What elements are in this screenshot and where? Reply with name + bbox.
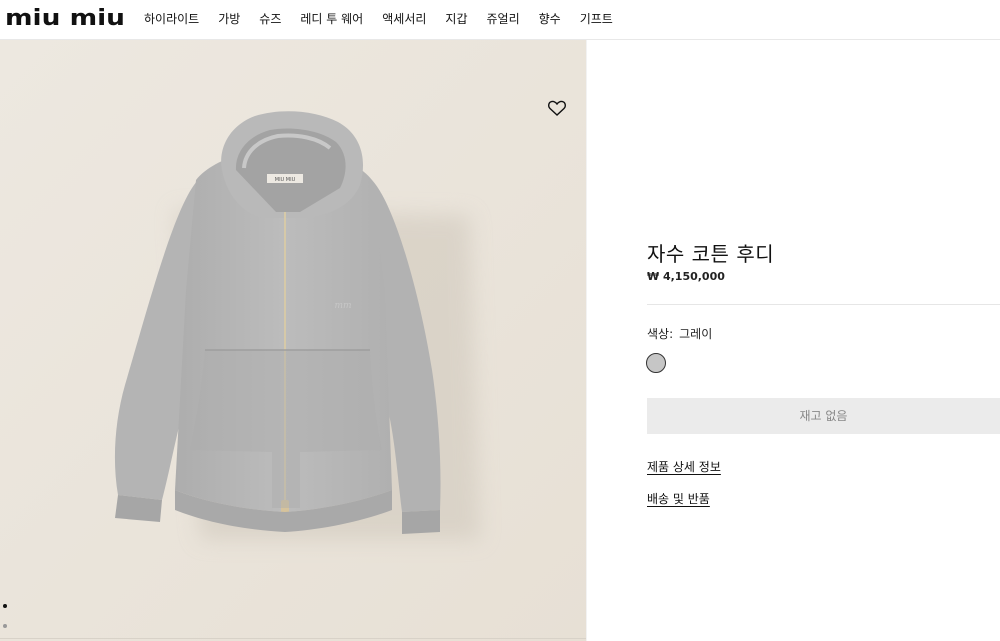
product-gallery[interactable]: MIU MIU mm <box>0 40 586 641</box>
gallery-bottom-border <box>0 638 586 639</box>
nav-item-accessories[interactable]: 액세서리 <box>382 10 426 27</box>
product-title: 자수 코튼 후디 <box>647 242 775 266</box>
product-info: 자수 코튼 후디 ₩ 4,150,000 색상: 그레이 재고 없음 제품 상세 … <box>646 0 1000 641</box>
color-swatch-grey[interactable] <box>646 353 666 373</box>
nav-item-ready-to-wear[interactable]: 레디 투 웨어 <box>300 10 363 27</box>
nav-item-jewelry[interactable]: 쥬얼리 <box>487 10 520 27</box>
gallery-dot[interactable] <box>3 624 7 628</box>
nav-item-bags[interactable]: 가방 <box>218 10 240 27</box>
garment-tag-text: MIU MIU <box>275 177 296 183</box>
nav-item-highlights[interactable]: 하이라이트 <box>144 10 199 27</box>
brand-logo[interactable]: miu miu <box>5 8 125 28</box>
color-label: 색상: <box>647 327 674 341</box>
product-price: ₩ 4,150,000 <box>647 270 725 283</box>
nav-item-gifts[interactable]: 기프트 <box>580 10 613 27</box>
brand-logo-text: miu miu <box>5 8 125 28</box>
shipping-returns-link[interactable]: 배송 및 반품 <box>647 490 710 507</box>
color-selector-label: 색상: 그레이 <box>647 325 712 342</box>
wishlist-button[interactable] <box>547 99 567 117</box>
info-divider <box>647 304 1000 305</box>
product-image: MIU MIU mm <box>0 40 586 641</box>
main-nav: 하이라이트 가방 슈즈 레디 투 웨어 액세서리 지갑 쥬얼리 향수 기프트 <box>144 0 613 36</box>
product-details-link[interactable]: 제품 상세 정보 <box>647 458 721 475</box>
nav-item-shoes[interactable]: 슈즈 <box>259 10 281 27</box>
nav-item-fragrance[interactable]: 향수 <box>539 10 561 27</box>
svg-text:mm: mm <box>334 301 351 311</box>
out-of-stock-button[interactable]: 재고 없음 <box>647 398 1000 434</box>
heart-icon <box>548 100 566 116</box>
panel-divider <box>586 40 587 641</box>
color-value: 그레이 <box>679 327 713 341</box>
nav-item-wallets[interactable]: 지갑 <box>445 10 467 27</box>
gallery-dot-active[interactable] <box>3 604 7 608</box>
